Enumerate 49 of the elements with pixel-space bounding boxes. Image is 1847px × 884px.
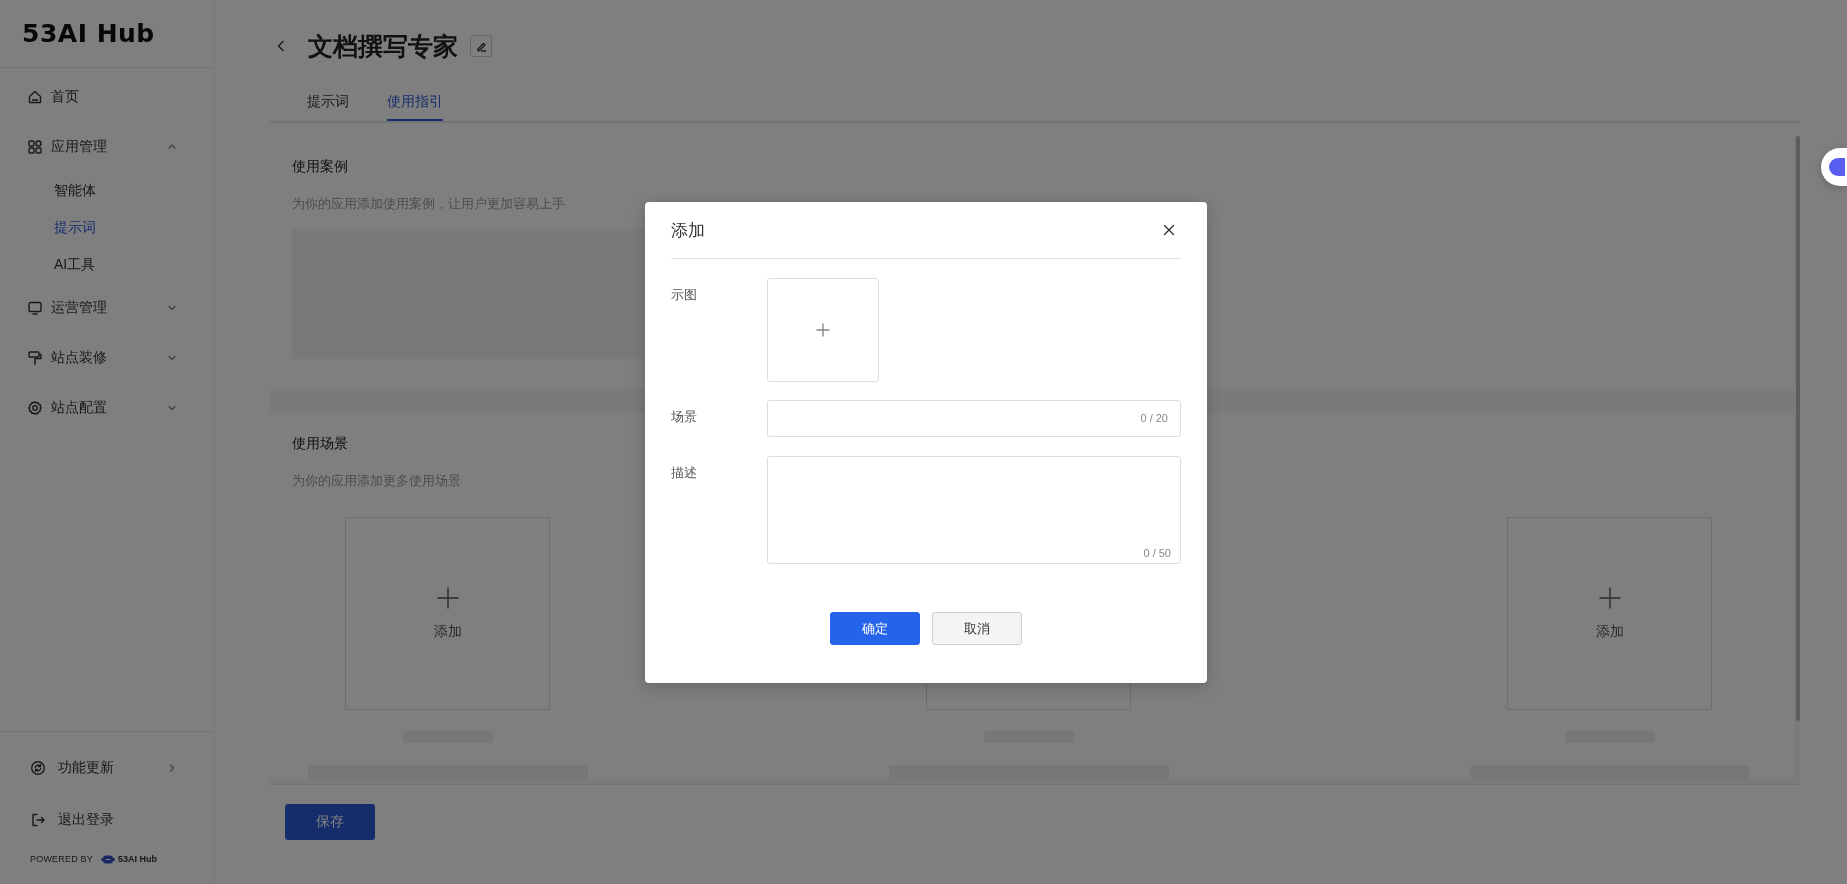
- logo[interactable]: 53AI Hub: [22, 19, 155, 48]
- field-label: 场景: [671, 408, 698, 426]
- nav-subitem[interactable]: 智能体: [0, 172, 214, 209]
- save-button[interactable]: 保存: [285, 803, 375, 840]
- pencil-icon: [475, 40, 487, 52]
- add-card[interactable]: 添加: [345, 517, 550, 710]
- logout-icon: [30, 812, 46, 828]
- nav-item[interactable]: 首页: [0, 72, 214, 122]
- translate-icon: [1829, 158, 1845, 176]
- nav-subitem[interactable]: 提示词: [0, 209, 214, 246]
- paint-roller-icon: [27, 350, 43, 366]
- nav-item[interactable]: 运营管理: [0, 283, 214, 333]
- nav-item[interactable]: 站点装修: [0, 333, 214, 383]
- plus-icon: [816, 323, 830, 337]
- nav-item[interactable]: 站点配置: [0, 383, 214, 433]
- cancel-button[interactable]: 取消: [932, 612, 1022, 645]
- character-counter: 0 / 50: [1143, 547, 1171, 559]
- powered-by-text: POWERED BY: [30, 854, 93, 864]
- tab[interactable]: 使用指引: [387, 83, 443, 121]
- close-button[interactable]: [1161, 222, 1177, 238]
- nav-item[interactable]: 应用管理: [0, 122, 214, 172]
- grid-icon: [27, 139, 43, 155]
- confirm-button[interactable]: 确定: [830, 612, 920, 645]
- refresh-icon: [30, 760, 46, 776]
- input-field[interactable]: 0 / 20: [767, 400, 1181, 437]
- plus-icon: [1598, 586, 1621, 609]
- dialog-title: 添加: [671, 219, 705, 242]
- add-card[interactable]: 添加: [1507, 517, 1712, 710]
- settings-icon: [27, 400, 43, 416]
- nav-item[interactable]: 功能更新: [0, 742, 214, 794]
- character-counter: 0 / 20: [1140, 412, 1168, 424]
- nav-item[interactable]: 退出登录: [0, 794, 214, 846]
- add-label: 添加: [1595, 622, 1624, 641]
- page-title: 文档撰写专家: [308, 30, 458, 62]
- plus-icon: [436, 586, 459, 609]
- home-icon: [27, 89, 43, 105]
- section-title: 使用案例: [292, 158, 349, 176]
- tab[interactable]: 提示词: [307, 83, 349, 121]
- robot-icon: [101, 853, 115, 865]
- field-label: 描述: [671, 464, 698, 482]
- close-icon: [1163, 224, 1175, 236]
- section-title: 使用场景: [292, 435, 349, 453]
- field-label: 示图: [671, 286, 698, 304]
- add-label: 添加: [433, 622, 462, 641]
- edit-button[interactable]: [470, 35, 492, 57]
- nav-subitem[interactable]: AI工具: [0, 246, 214, 283]
- brand-name: 53AI Hub: [118, 854, 158, 864]
- text-area[interactable]: 0 / 50: [767, 456, 1181, 564]
- monitor-icon: [27, 300, 43, 316]
